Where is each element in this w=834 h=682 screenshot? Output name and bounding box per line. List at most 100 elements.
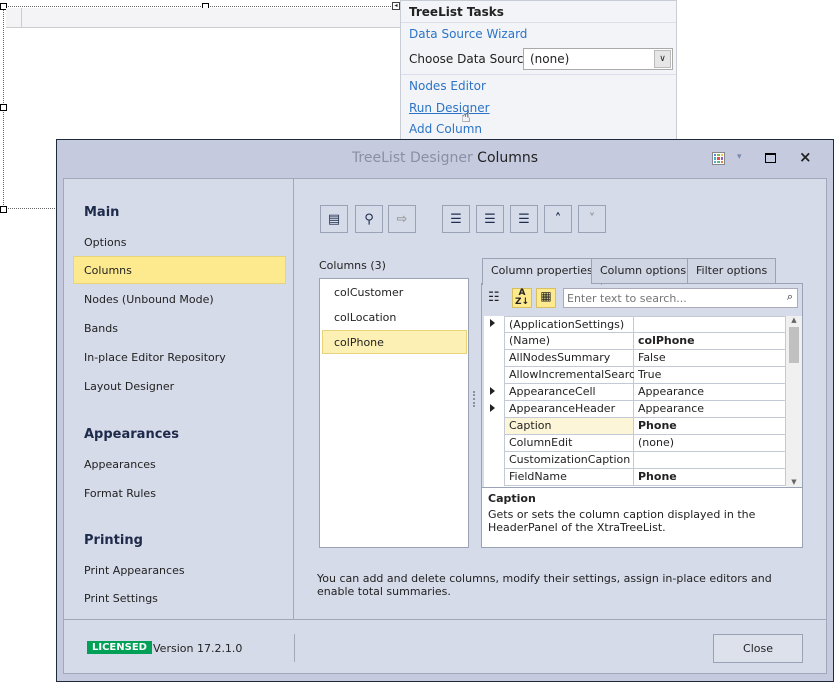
property-row[interactable]: AppearanceHeader Appearance	[484, 401, 786, 418]
property-value[interactable]	[634, 316, 786, 333]
scrollbar[interactable]: ▲ ▼	[786, 316, 802, 487]
property-row[interactable]: Caption Phone	[484, 418, 786, 435]
nav-item-layout-designer[interactable]: Layout Designer	[84, 380, 174, 393]
tab-column-properties[interactable]: Column properties	[482, 258, 602, 285]
nav-item-print-settings[interactable]: Print Settings	[84, 592, 158, 605]
property-row[interactable]: AllNodesSummary False	[484, 350, 786, 367]
columns-list[interactable]: colCustomer colLocation colPhone	[319, 278, 469, 548]
retrieve-fields-button[interactable]: ⇨	[388, 205, 416, 233]
property-row[interactable]: AppearanceCell Appearance	[484, 384, 786, 401]
property-value[interactable]: Phone	[634, 418, 786, 435]
property-value[interactable]: (none)	[634, 435, 786, 452]
add-column-button[interactable]: ☰	[442, 205, 470, 233]
skin-palette-icon[interactable]	[712, 152, 725, 165]
add-column-link[interactable]: Add Column	[409, 122, 482, 136]
list-item[interactable]: colCustomer	[334, 286, 403, 299]
remove-column-button[interactable]: ☰	[510, 205, 538, 233]
title-prefix: TreeList Designer	[351, 150, 473, 166]
data-source-wizard-link[interactable]: Data Source Wizard	[409, 27, 527, 41]
expand-icon[interactable]	[490, 387, 495, 395]
nodes-editor-link[interactable]: Nodes Editor	[409, 79, 486, 93]
property-name: AllNodesSummary	[504, 350, 634, 367]
hand-cursor-icon: ☝	[461, 107, 471, 126]
nav-item-format-rules[interactable]: Format Rules	[84, 487, 156, 500]
show-column-list-button[interactable]: ▤	[320, 205, 348, 233]
property-row[interactable]: FieldName Phone	[484, 469, 786, 486]
scroll-thumb[interactable]	[789, 327, 799, 363]
version-label: Version 17.2.1.0	[153, 642, 243, 655]
export-icon: ⇨	[396, 211, 408, 227]
search-input[interactable]: ⌕	[563, 288, 798, 308]
nav-item-nodes[interactable]: Nodes (Unbound Mode)	[84, 293, 214, 306]
nav-header-appearances: Appearances	[84, 427, 179, 442]
smart-tag-icon[interactable]: ◂	[392, 2, 400, 10]
nav-item-appearances[interactable]: Appearances	[84, 458, 156, 471]
categorized-icon[interactable]: ☷	[488, 290, 500, 305]
property-value[interactable]: colPhone	[634, 333, 786, 350]
property-row[interactable]: CustomizationCaption	[484, 452, 786, 469]
palette-dropdown-icon[interactable]: ▾	[737, 152, 742, 162]
nav-header-printing: Printing	[84, 533, 143, 548]
choose-data-source-label: Choose Data Source	[409, 52, 531, 66]
close-button[interactable]: Close	[713, 634, 803, 663]
licensed-badge: LICENSED	[87, 641, 152, 654]
property-grid[interactable]: (ApplicationSettings) (Name) colPhone AllNo…	[484, 316, 802, 487]
property-name: ColumnEdit	[504, 435, 634, 452]
nav-item-options[interactable]: Options	[84, 236, 126, 249]
tab-filter-options[interactable]: Filter options	[687, 258, 777, 284]
dropdown-value: (none)	[530, 52, 570, 66]
sort-alphabetical-icon[interactable]: A Z↓	[512, 288, 532, 308]
list-icon: ▤	[327, 211, 341, 227]
scroll-down-icon[interactable]: ▼	[786, 478, 802, 486]
property-value[interactable]: Appearance	[634, 401, 786, 418]
footer: LICENSED Version 17.2.1.0 Close	[64, 619, 826, 673]
property-value[interactable]: Appearance	[634, 384, 786, 401]
property-value[interactable]	[634, 452, 786, 469]
nav-item-editor-repository[interactable]: In-place Editor Repository	[84, 351, 226, 364]
resize-handle[interactable]	[0, 104, 7, 111]
property-name: FieldName	[504, 469, 634, 486]
property-panel: ☷ AZ↓ ▦ ⌕ (ApplicationSettings)(Name)col…	[481, 283, 803, 548]
chevron-down-icon[interactable]: ∨	[654, 50, 671, 68]
navigation-sidebar: Main Options Columns Nodes (Unbound Mode…	[64, 179, 294, 619]
nav-item-columns[interactable]: Columns	[84, 264, 132, 277]
property-row[interactable]: (ApplicationSettings)	[484, 316, 786, 333]
nav-header-main: Main	[84, 205, 120, 220]
property-value[interactable]: True	[634, 367, 786, 384]
chevron-up-icon: ˄	[554, 211, 562, 227]
close-icon[interactable]: ×	[799, 148, 812, 166]
search-icon: ⚲	[364, 211, 374, 227]
nav-item-print-appearances[interactable]: Print Appearances	[84, 564, 185, 577]
property-value[interactable]: False	[634, 350, 786, 367]
treelist-header	[6, 8, 400, 28]
expand-icon[interactable]	[490, 319, 495, 327]
list-item[interactable]: colPhone	[334, 336, 384, 349]
search-icon: ⌕	[786, 290, 793, 303]
insert-column-button[interactable]: ☰	[476, 205, 504, 233]
maximize-icon[interactable]	[765, 153, 776, 163]
move-down-button[interactable]: ˅	[578, 205, 606, 233]
remove-column-icon: ☰	[518, 211, 530, 227]
property-value[interactable]: Phone	[634, 469, 786, 486]
treelist-tasks-panel: TreeList Tasks Data Source Wizard Choose…	[400, 0, 677, 140]
nav-item-bands[interactable]: Bands	[84, 322, 118, 335]
property-row[interactable]: (Name) colPhone	[484, 333, 786, 350]
property-name: Caption	[504, 418, 634, 435]
help-text: You can add and delete columns, modify t…	[317, 572, 772, 598]
add-column-icon: ☰	[450, 211, 462, 227]
data-source-dropdown[interactable]: (none) ∨	[523, 48, 673, 70]
property-row[interactable]: ColumnEdit (none)	[484, 435, 786, 452]
run-designer-link[interactable]: Run Designer	[409, 101, 490, 115]
move-up-button[interactable]: ˄	[544, 205, 572, 233]
expand-icon[interactable]	[490, 404, 495, 412]
property-pages-icon[interactable]: ▦	[536, 288, 556, 308]
search-field[interactable]	[564, 289, 774, 307]
tab-column-options[interactable]: Column options	[591, 258, 696, 284]
property-row[interactable]: AllowIncrementalSearch True	[484, 367, 786, 384]
search-button[interactable]: ⚲	[355, 205, 383, 233]
resize-handle[interactable]	[0, 206, 7, 213]
columns-count-label: Columns (3)	[319, 259, 386, 272]
splitter-handle[interactable]	[473, 391, 476, 407]
list-item[interactable]: colLocation	[334, 311, 396, 324]
scroll-up-icon[interactable]: ▲	[786, 316, 802, 324]
